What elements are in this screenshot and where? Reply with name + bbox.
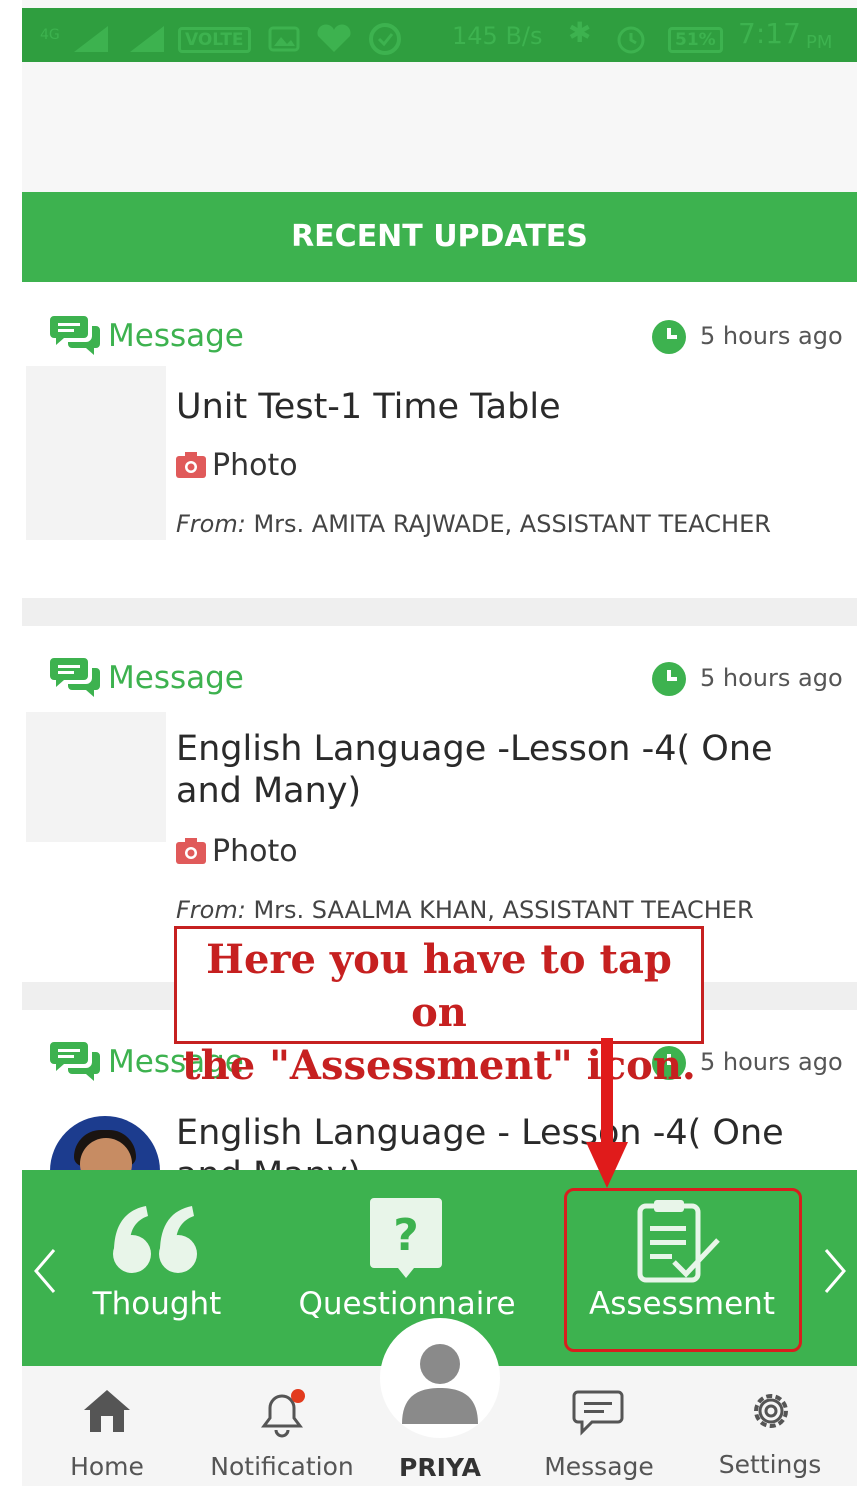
sender-line: From: Mrs. AMITA RAJWADE, ASSISTANT TEAC… [176,510,771,538]
svg-text:?: ? [393,1210,419,1261]
chevron-left-icon[interactable] [30,1246,60,1296]
thought-label: Thought [92,1286,222,1322]
heart-icon [317,24,351,52]
quote-icon [113,1206,197,1273]
section-header: RECENT UPDATES [22,192,857,282]
timestamp: 5 hours ago [700,1048,843,1076]
nav-home[interactable]: Home [52,1382,162,1482]
shield-icon [369,23,401,55]
top-spacer [22,62,857,192]
gear-icon [754,1394,788,1428]
thumbnail [26,712,166,842]
callout-line-1: Here you have to tap on [206,936,672,1036]
nav-message[interactable]: Message [534,1382,664,1482]
message-icon [50,658,100,697]
bell-icon [261,1389,305,1438]
question-icon: ? [370,1198,442,1278]
camera-icon [176,838,206,864]
status-bar: 4G VOLTE 145 B/s ✱ 51% 7:17 PM [22,8,857,62]
app-screen: 4G VOLTE 145 B/s ✱ 51% 7:17 PM RECENT UP… [22,0,857,1486]
profile-button[interactable] [380,1318,500,1438]
bluetooth-icon: ✱ [568,16,592,49]
network-type: 4G [40,27,60,43]
nav-settings-label: Settings [718,1450,822,1479]
timestamp: 5 hours ago [700,322,843,350]
profile-name: PRIYA [399,1453,481,1482]
chat-icon [572,1390,624,1436]
message-type-label: Message [108,318,244,354]
thought-button[interactable]: Thought [78,1190,258,1350]
alarm-icon [617,26,645,54]
from-label: From: [176,896,246,924]
nav-home-label: Home [70,1452,144,1481]
update-title: English Language -Lesson -4( One and Man… [176,729,773,811]
image-icon [268,26,300,52]
questionnaire-button[interactable]: ? Questionnaire [292,1190,522,1350]
sender-name: Mrs. SAALMA KHAN, ASSISTANT TEACHER [253,896,754,924]
update-title: Unit Test-1 Time Table [176,387,561,427]
network-speed: 145 B/s [452,22,543,50]
feed-card[interactable]: Message 5 hours ago Unit Test-1 Time Tab… [22,282,857,598]
clock-ampm: PM [806,32,833,53]
pointer-arrow-icon [586,1038,628,1188]
attachment-label: Photo [212,834,298,869]
from-label: From: [176,510,246,538]
nav-notification[interactable]: Notification [202,1382,362,1482]
signal-icon [130,26,164,52]
nav-message-label: Message [544,1452,654,1481]
sender-line: From: Mrs. SAALMA KHAN, ASSISTANT TEACHE… [176,896,754,924]
nav-settings[interactable]: Settings [710,1382,830,1482]
volte-badge: VOLTE [178,27,251,53]
questionnaire-label: Questionnaire [298,1286,516,1322]
clock-icon [652,320,686,354]
message-icon [50,316,100,355]
signal-icon [74,26,108,52]
message-type-label: Message [108,660,244,696]
page-title: RECENT UPDATES [291,219,588,254]
home-icon [84,1390,130,1432]
clock-icon [652,662,686,696]
timestamp: 5 hours ago [700,664,843,692]
thumbnail [26,366,166,540]
message-icon [50,1042,100,1081]
clock-time: 7:17 [738,17,801,50]
nav-notification-label: Notification [210,1452,354,1481]
attachment-label: Photo [212,448,298,483]
camera-icon [176,452,206,478]
user-avatar-icon [402,1344,478,1424]
assessment-highlight-box [564,1188,802,1352]
instruction-callout: Here you have to tap on the "Assessment"… [174,926,704,1089]
battery-indicator: 51% [668,27,723,53]
card-divider [22,598,857,626]
chevron-right-icon[interactable] [820,1246,850,1296]
sender-name: Mrs. AMITA RAJWADE, ASSISTANT TEACHER [253,510,771,538]
